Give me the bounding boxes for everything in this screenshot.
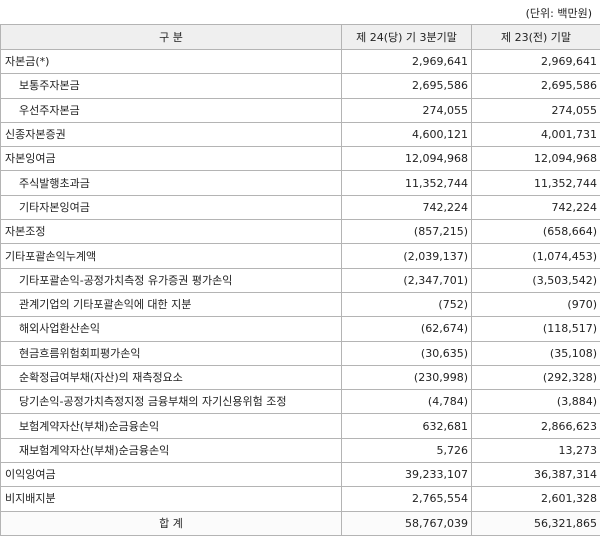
previous-period-value: 2,866,623 xyxy=(472,414,600,438)
previous-period-value: (35,108) xyxy=(472,341,600,365)
row-label: 자본조정 xyxy=(1,220,342,244)
row-label: 관계기업의 기타포괄손익에 대한 지분 xyxy=(1,292,342,316)
table-row: 이익잉여금39,233,10736,387,314 xyxy=(1,463,600,487)
table-body: 자본금(*)2,969,6412,969,641보통주자본금2,695,5862… xyxy=(1,50,600,536)
current-period-value: (2,347,701) xyxy=(342,268,472,292)
current-period-value: 274,055 xyxy=(342,98,472,122)
current-period-value: (62,674) xyxy=(342,317,472,341)
current-period-value: 12,094,968 xyxy=(342,147,472,171)
row-label: 기타포괄손익-공정가치측정 유가증권 평가손익 xyxy=(1,268,342,292)
table-row: 현금흐름위험회피평가손익(30,635)(35,108) xyxy=(1,341,600,365)
previous-period-value: 13,273 xyxy=(472,438,600,462)
previous-period-value: 2,601,328 xyxy=(472,487,600,511)
current-period-value: 2,765,554 xyxy=(342,487,472,511)
table-row: 보통주자본금2,695,5862,695,586 xyxy=(1,74,600,98)
row-label: 우선주자본금 xyxy=(1,98,342,122)
current-period-value: 2,969,641 xyxy=(342,50,472,74)
current-period-value: (4,784) xyxy=(342,390,472,414)
table-row: 비지배지분2,765,5542,601,328 xyxy=(1,487,600,511)
previous-period-value: 36,387,314 xyxy=(472,463,600,487)
current-period-value: (30,635) xyxy=(342,341,472,365)
row-label: 자본잉여금 xyxy=(1,147,342,171)
row-label: 당기손익-공정가치측정지정 금융부채의 자기신용위험 조정 xyxy=(1,390,342,414)
previous-period-value: 2,695,586 xyxy=(472,74,600,98)
current-period-value: 742,224 xyxy=(342,195,472,219)
row-label: 신종자본증권 xyxy=(1,122,342,146)
previous-period-value: 274,055 xyxy=(472,98,600,122)
unit-label: (단위: 백만원) xyxy=(0,0,600,24)
row-label: 자본금(*) xyxy=(1,50,342,74)
previous-period-value: (3,884) xyxy=(472,390,600,414)
previous-period-value: 742,224 xyxy=(472,195,600,219)
row-label: 비지배지분 xyxy=(1,487,342,511)
current-period-value: 11,352,744 xyxy=(342,171,472,195)
previous-period-value: 4,001,731 xyxy=(472,122,600,146)
previous-period-value: (3,503,542) xyxy=(472,268,600,292)
capital-table: 구 분 제 24(당) 기 3분기말 제 23(전) 기말 자본금(*)2,96… xyxy=(0,24,600,536)
table-row: 순확정급여부채(자산)의 재측정요소(230,998)(292,328) xyxy=(1,365,600,389)
row-label: 기타자본잉여금 xyxy=(1,195,342,219)
current-period-value: 58,767,039 xyxy=(342,511,472,535)
table-row: 자본조정(857,215)(658,664) xyxy=(1,220,600,244)
current-period-value: 4,600,121 xyxy=(342,122,472,146)
table-row: 자본금(*)2,969,6412,969,641 xyxy=(1,50,600,74)
current-period-value: (2,039,137) xyxy=(342,244,472,268)
total-row: 합 계58,767,03956,321,865 xyxy=(1,511,600,535)
current-period-value: (857,215) xyxy=(342,220,472,244)
row-label: 주식발행초과금 xyxy=(1,171,342,195)
row-label: 합 계 xyxy=(1,511,342,535)
current-period-value: (752) xyxy=(342,292,472,316)
previous-period-value: (118,517) xyxy=(472,317,600,341)
header-previous-period: 제 23(전) 기말 xyxy=(472,25,600,50)
row-label: 현금흐름위험회피평가손익 xyxy=(1,341,342,365)
previous-period-value: 2,969,641 xyxy=(472,50,600,74)
row-label: 순확정급여부채(자산)의 재측정요소 xyxy=(1,365,342,389)
previous-period-value: (292,328) xyxy=(472,365,600,389)
row-label: 보험계약자산(부채)순금융손익 xyxy=(1,414,342,438)
current-period-value: 39,233,107 xyxy=(342,463,472,487)
current-period-value: 2,695,586 xyxy=(342,74,472,98)
previous-period-value: 12,094,968 xyxy=(472,147,600,171)
table-row: 보험계약자산(부채)순금융손익632,6812,866,623 xyxy=(1,414,600,438)
previous-period-value: (970) xyxy=(472,292,600,316)
previous-period-value: 11,352,744 xyxy=(472,171,600,195)
current-period-value: 632,681 xyxy=(342,414,472,438)
table-row: 주식발행초과금11,352,74411,352,744 xyxy=(1,171,600,195)
header-current-period: 제 24(당) 기 3분기말 xyxy=(342,25,472,50)
table-row: 당기손익-공정가치측정지정 금융부채의 자기신용위험 조정(4,784)(3,8… xyxy=(1,390,600,414)
table-row: 기타포괄손익-공정가치측정 유가증권 평가손익(2,347,701)(3,503… xyxy=(1,268,600,292)
table-row: 관계기업의 기타포괄손익에 대한 지분(752)(970) xyxy=(1,292,600,316)
table-row: 신종자본증권4,600,1214,001,731 xyxy=(1,122,600,146)
row-label: 해외사업환산손익 xyxy=(1,317,342,341)
previous-period-value: 56,321,865 xyxy=(472,511,600,535)
table-row: 기타자본잉여금742,224742,224 xyxy=(1,195,600,219)
table-row: 해외사업환산손익(62,674)(118,517) xyxy=(1,317,600,341)
table-row: 기타포괄손익누계액(2,039,137)(1,074,453) xyxy=(1,244,600,268)
current-period-value: (230,998) xyxy=(342,365,472,389)
header-category: 구 분 xyxy=(1,25,342,50)
row-label: 재보험계약자산(부채)순금융손익 xyxy=(1,438,342,462)
table-row: 자본잉여금12,094,96812,094,968 xyxy=(1,147,600,171)
row-label: 보통주자본금 xyxy=(1,74,342,98)
row-label: 이익잉여금 xyxy=(1,463,342,487)
table-row: 우선주자본금274,055274,055 xyxy=(1,98,600,122)
current-period-value: 5,726 xyxy=(342,438,472,462)
table-header-row: 구 분 제 24(당) 기 3분기말 제 23(전) 기말 xyxy=(1,25,600,50)
previous-period-value: (1,074,453) xyxy=(472,244,600,268)
table-row: 재보험계약자산(부채)순금융손익5,72613,273 xyxy=(1,438,600,462)
previous-period-value: (658,664) xyxy=(472,220,600,244)
row-label: 기타포괄손익누계액 xyxy=(1,244,342,268)
